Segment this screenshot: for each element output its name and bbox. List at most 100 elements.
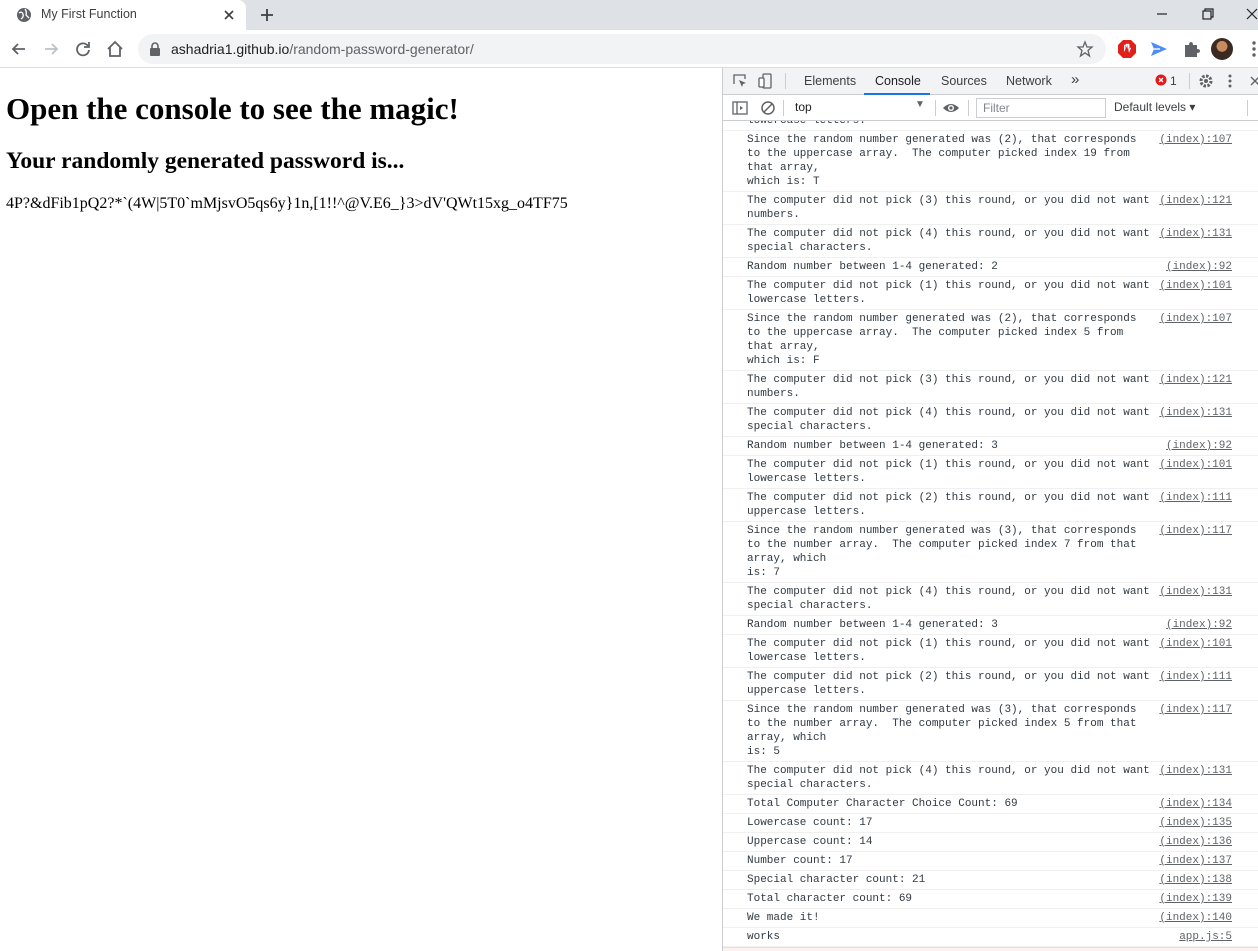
settings-gear-icon[interactable] <box>1197 72 1215 90</box>
console-source-link[interactable]: (index):101 <box>1159 458 1232 472</box>
more-tabs-button[interactable]: » <box>1071 71 1079 88</box>
new-tab-icon[interactable] <box>257 5 277 25</box>
console-message: The computer did not pick (4) this round… <box>723 404 1258 437</box>
send-extension-icon[interactable] <box>1148 38 1170 60</box>
console-message: Total character count: 69 (index):139 <box>723 890 1258 909</box>
console-message: We made it! (index):140 <box>723 909 1258 928</box>
console-message-text: Random number between 1-4 generated: 3 <box>747 619 998 631</box>
console-message: Since the random number generated was (2… <box>723 131 1258 192</box>
console-message-text: Random number between 1-4 generated: 3 <box>747 440 998 452</box>
console-source-link[interactable]: (index):131 <box>1159 585 1232 599</box>
close-window-icon[interactable] <box>1240 3 1258 25</box>
tab-sources[interactable]: Sources <box>941 74 987 88</box>
device-toolbar-icon[interactable] <box>757 72 775 90</box>
console-source-link[interactable]: app.js:5 <box>1179 930 1232 944</box>
console-message-text: The computer did not pick (2) this round… <box>747 671 1150 697</box>
console-source-link[interactable]: (index):135 <box>1159 816 1232 830</box>
console-source-link[interactable]: (index):121 <box>1159 373 1232 387</box>
console-source-link[interactable]: (index):131 <box>1159 764 1232 778</box>
console-message-text: Random number between 1-4 generated: 2 <box>747 261 998 273</box>
console-message-text: The computer did not pick (2) this round… <box>747 492 1150 518</box>
console-source-link[interactable]: (index):101 <box>1159 279 1232 293</box>
back-icon[interactable] <box>8 38 30 60</box>
forward-icon[interactable] <box>40 38 62 60</box>
console-source-link[interactable]: (index):92 <box>1166 260 1232 274</box>
log-levels-dropdown[interactable]: Default levels ▾ <box>1114 100 1195 114</box>
console-message-text: Since the random number generated was (3… <box>747 525 1137 579</box>
console-source-link[interactable]: (index):107 <box>1159 133 1232 147</box>
console-message-text: works <box>747 931 781 943</box>
console-source-link[interactable]: (index):101 <box>1159 637 1232 651</box>
devtools-tabbar: Elements Console Sources Network » 1 <box>723 68 1258 95</box>
console-message-text: Special character count: 21 <box>747 874 926 886</box>
console-source-link[interactable]: (index):139 <box>1159 892 1232 906</box>
console-source-link[interactable]: (index):140 <box>1159 911 1232 925</box>
console-source-link[interactable]: (index):137 <box>1159 854 1232 868</box>
console-message-text: We made it! <box>747 912 820 924</box>
console-source-link[interactable]: (index):131 <box>1159 227 1232 241</box>
console-filter-input[interactable]: Filter <box>976 98 1106 118</box>
console-message-text: The computer did not pick (1) this round… <box>747 638 1150 664</box>
clear-console-icon[interactable] <box>759 99 777 117</box>
console-message: Random number between 1-4 generated: 3 (i… <box>723 616 1258 635</box>
live-expression-eye-icon[interactable] <box>942 99 960 117</box>
extensions-puzzle-icon[interactable] <box>1180 38 1202 60</box>
console-source-link[interactable]: (index):117 <box>1159 524 1232 538</box>
reload-icon[interactable] <box>72 38 94 60</box>
tab-strip: My First Function <box>0 0 1258 30</box>
bookmark-star-icon[interactable] <box>1076 40 1094 58</box>
console-source-link[interactable]: (index):107 <box>1159 312 1232 326</box>
tab-elements[interactable]: Elements <box>804 74 856 88</box>
console-message: Special character count: 21 (index):138 <box>723 871 1258 890</box>
console-message: Since the random number generated was (3… <box>723 701 1258 762</box>
console-message-text: Total Computer Character Choice Count: 6… <box>747 798 1018 810</box>
console-message: The computer did not pick (4) this round… <box>723 225 1258 258</box>
console-messages: lowercase letters. Since the random numbe… <box>723 121 1258 951</box>
profile-avatar[interactable] <box>1211 38 1233 60</box>
page-subheading: Your randomly generated password is... <box>6 148 405 174</box>
console-message: Uppercase count: 14 (index):136 <box>723 833 1258 852</box>
console-source-link[interactable]: (index):92 <box>1166 439 1232 453</box>
console-source-link[interactable]: (index):111 <box>1159 491 1232 505</box>
restore-icon[interactable] <box>1196 3 1220 25</box>
home-icon[interactable] <box>104 38 126 60</box>
console-message: The computer did not pick (4) this round… <box>723 762 1258 795</box>
console-message: The computer did not pick (2) this round… <box>723 668 1258 701</box>
console-message-text: lowercase letters. <box>747 121 866 127</box>
console-source-link[interactable]: (index):121 <box>1159 194 1232 208</box>
console-message-text: The computer did not pick (3) this round… <box>747 374 1150 400</box>
console-filterbar: top ▼ Filter Default levels ▾ <box>723 95 1258 121</box>
toolbar-divider <box>1189 73 1190 89</box>
console-source-link[interactable]: (index):136 <box>1159 835 1232 849</box>
context-selector[interactable]: top ▼ <box>791 99 929 117</box>
console-source-link[interactable]: (index):111 <box>1159 670 1232 684</box>
tab-network[interactable]: Network <box>1006 74 1052 88</box>
browser-tab[interactable]: My First Function <box>0 0 246 30</box>
browser-toolbar: ashadria1.github.io/random-password-gene… <box>0 30 1258 68</box>
minimize-icon[interactable] <box>1150 3 1174 25</box>
close-devtools-icon[interactable] <box>1249 72 1258 90</box>
lock-icon[interactable] <box>148 41 162 57</box>
browser-menu-icon[interactable] <box>1244 38 1258 60</box>
console-source-link[interactable]: (index):117 <box>1159 703 1232 717</box>
inspect-element-icon[interactable] <box>731 72 749 90</box>
console-source-link[interactable]: (index):92 <box>1166 618 1232 632</box>
console-message: The computer did not pick (2) this round… <box>723 489 1258 522</box>
devtools-menu-icon[interactable] <box>1225 72 1235 90</box>
console-source-link[interactable]: (index):131 <box>1159 406 1232 420</box>
sidebar-toggle-icon[interactable] <box>731 99 749 117</box>
console-message: Since the random number generated was (3… <box>723 522 1258 583</box>
tab-console[interactable]: Console <box>875 74 921 88</box>
adblock-extension-icon[interactable] <box>1116 38 1138 60</box>
close-tab-icon[interactable] <box>220 6 238 24</box>
console-message-text: The computer did not pick (4) this round… <box>747 228 1150 254</box>
address-bar[interactable]: ashadria1.github.io/random-password-gene… <box>138 34 1106 64</box>
console-message-text: Since the random number generated was (2… <box>747 134 1137 188</box>
error-count[interactable]: 1 <box>1170 74 1177 88</box>
tab-title: My First Function <box>41 7 137 21</box>
dropdown-arrow-icon: ▼ <box>915 99 925 110</box>
console-source-link[interactable]: (index):134 <box>1159 797 1232 811</box>
console-source-link[interactable]: (index):138 <box>1159 873 1232 887</box>
error-icon[interactable] <box>1155 74 1167 86</box>
console-message: Total Computer Character Choice Count: 6… <box>723 795 1258 814</box>
